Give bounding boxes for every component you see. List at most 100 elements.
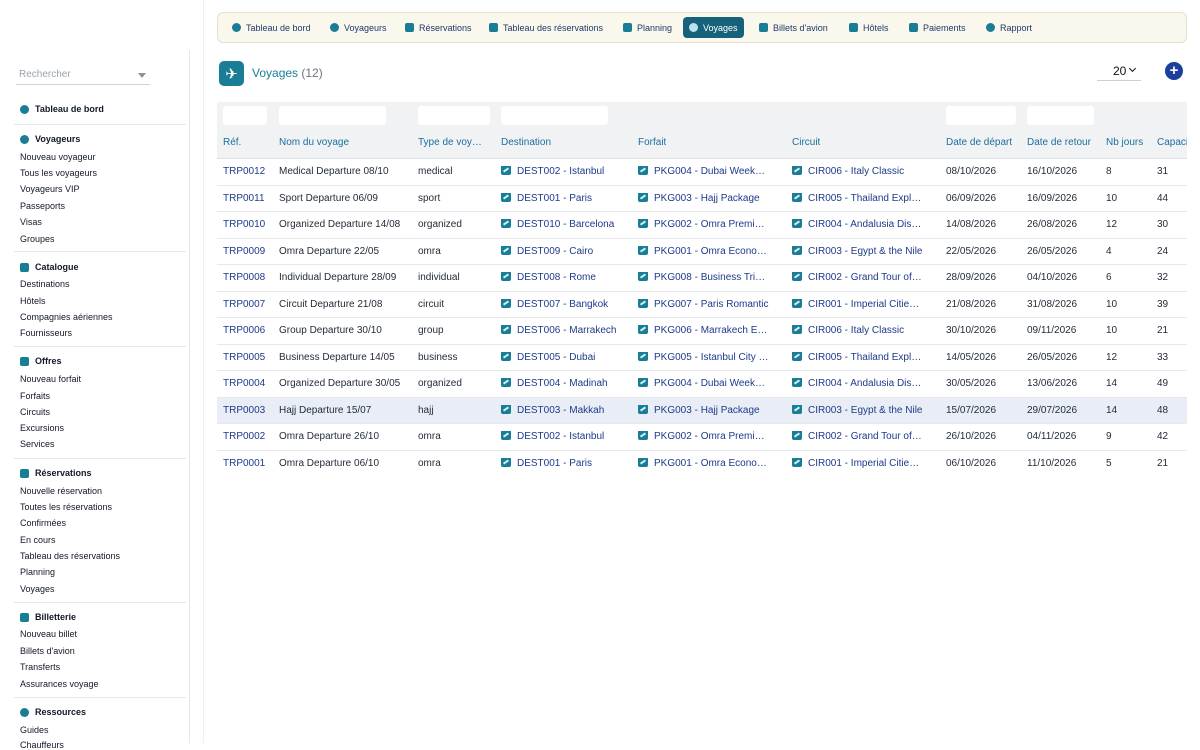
cell-circuit[interactable]: CIR005 - Thailand Expl… — [792, 351, 942, 363]
sidebar-item-services[interactable]: Services — [20, 439, 55, 449]
column-header-ref[interactable]: Réf. — [223, 137, 241, 148]
sidebar-item-billets-avion[interactable]: Billets d'avion — [20, 646, 75, 656]
cell-forfait[interactable]: PKG001 - Omra Econo… — [638, 457, 788, 469]
sidebar-item-transferts[interactable]: Transferts — [20, 662, 60, 672]
sidebar-item-voyageurs-vip[interactable]: Voyageurs VIP — [20, 184, 80, 194]
column-header-nb-jours[interactable]: Nb jours — [1106, 137, 1143, 148]
table-row[interactable]: TRP0004 Organized Departure 30/05 organi… — [217, 371, 1187, 398]
filter-date-depart[interactable] — [946, 106, 1016, 125]
cell-destination[interactable]: DEST008 - Rome — [501, 272, 634, 283]
sidebar-item-forfaits[interactable]: Forfaits — [20, 391, 50, 401]
cell-destination[interactable]: DEST003 - Makkah — [501, 404, 634, 416]
cell-forfait[interactable]: PKG007 - Paris Romantic — [638, 298, 788, 310]
sidebar-item-passeports[interactable]: Passeports — [20, 201, 65, 211]
filter-destination[interactable] — [501, 106, 608, 125]
search-select[interactable]: Rechercher — [16, 66, 150, 85]
sidebar-section-ressources[interactable]: Ressources — [20, 707, 86, 717]
cell-ref[interactable]: TRP0005 — [223, 352, 265, 363]
table-row[interactable]: TRP0002 Omra Departure 26/10 omra DEST00… — [217, 424, 1187, 451]
nav-planning[interactable]: Planning — [617, 17, 678, 38]
column-header-date-retour[interactable]: Date de retour — [1027, 137, 1091, 148]
sidebar-item-excursions[interactable]: Excursions — [20, 423, 64, 433]
column-header-circuit[interactable]: Circuit — [792, 137, 820, 148]
sidebar-item-dashboard[interactable]: Tableau de bord — [20, 104, 104, 114]
cell-ref[interactable]: TRP0003 — [223, 405, 265, 416]
sidebar-item-confirmees[interactable]: Confirmées — [20, 518, 66, 528]
nav-voyageurs[interactable]: Voyageurs — [324, 17, 393, 38]
cell-ref[interactable]: TRP0012 — [223, 166, 265, 177]
nav-tableau-de-bord[interactable]: Tableau de bord — [226, 17, 317, 38]
cell-destination[interactable]: DEST002 - Istanbul — [501, 431, 634, 442]
sidebar-item-voyages[interactable]: Voyages — [20, 584, 55, 594]
cell-forfait[interactable]: PKG005 - Istanbul City … — [638, 351, 788, 363]
cell-ref[interactable]: TRP0002 — [223, 431, 265, 442]
cell-destination[interactable]: DEST007 - Bangkok — [501, 298, 634, 310]
cell-ref[interactable]: TRP0001 — [223, 458, 265, 469]
sidebar-section-billetterie[interactable]: Billetterie — [20, 612, 76, 622]
sidebar-section-offres[interactable]: Offres — [20, 356, 62, 366]
cell-circuit[interactable]: CIR003 - Egypt & the Nile — [792, 245, 942, 257]
cell-ref[interactable]: TRP0006 — [223, 325, 265, 336]
chevron-down-icon[interactable] — [138, 73, 146, 78]
cell-forfait[interactable]: PKG008 - Business Tri… — [638, 272, 788, 283]
table-row[interactable]: TRP0011 Sport Departure 06/09 sport DEST… — [217, 185, 1187, 212]
table-row[interactable]: TRP0009 Omra Departure 22/05 omra DEST00… — [217, 238, 1187, 265]
cell-circuit[interactable]: CIR006 - Italy Classic — [792, 166, 942, 177]
nav-paiements[interactable]: Paiements — [903, 17, 972, 38]
cell-circuit[interactable]: CIR001 - Imperial Citie… — [792, 457, 942, 469]
sidebar-item-planning[interactable]: Planning — [20, 567, 55, 577]
table-row[interactable]: TRP0001 Omra Departure 06/10 omra DEST00… — [217, 450, 1187, 476]
sidebar-item-toutes-les-reservations[interactable]: Toutes les réservations — [20, 502, 112, 512]
cell-destination[interactable]: DEST004 - Madinah — [501, 378, 634, 389]
cell-forfait[interactable]: PKG003 - Hajj Package — [638, 404, 788, 416]
column-header-forfait[interactable]: Forfait — [638, 137, 666, 148]
cell-ref[interactable]: TRP0008 — [223, 272, 265, 283]
cell-circuit[interactable]: CIR005 - Thailand Expl… — [792, 192, 942, 204]
filter-nom[interactable] — [279, 106, 386, 125]
cell-forfait[interactable]: PKG004 - Dubai Week… — [638, 378, 788, 389]
cell-forfait[interactable]: PKG006 - Marrakech E… — [638, 325, 788, 336]
cell-destination[interactable]: DEST010 - Barcelona — [501, 219, 634, 230]
cell-ref[interactable]: TRP0004 — [223, 378, 265, 389]
cell-destination[interactable]: DEST009 - Cairo — [501, 245, 634, 257]
table-row[interactable]: TRP0003 Hajj Departure 15/07 hajj DEST00… — [217, 397, 1187, 424]
column-header-type[interactable]: Type de voy… — [418, 137, 490, 148]
sidebar-section-catalogue[interactable]: Catalogue — [20, 262, 79, 272]
cell-forfait[interactable]: PKG004 - Dubai Week… — [638, 166, 788, 177]
cell-destination[interactable]: DEST001 - Paris — [501, 457, 634, 469]
cell-destination[interactable]: DEST001 - Paris — [501, 192, 634, 204]
cell-ref[interactable]: TRP0011 — [223, 193, 265, 204]
sidebar-item-circuits[interactable]: Circuits — [20, 407, 50, 417]
cell-ref[interactable]: TRP0007 — [223, 299, 265, 310]
sidebar-item-nouveau-voyageur[interactable]: Nouveau voyageur — [20, 152, 96, 162]
table-row[interactable]: TRP0005 Business Departure 14/05 busines… — [217, 344, 1187, 371]
nav-reservations[interactable]: Réservations — [399, 17, 478, 38]
cell-ref[interactable]: TRP0009 — [223, 246, 265, 257]
sidebar-item-compagnies-aeriennes[interactable]: Compagnies aériennes — [20, 312, 113, 322]
sidebar-item-tous-les-voyageurs[interactable]: Tous les voyageurs — [20, 168, 97, 178]
sidebar-item-groupes[interactable]: Groupes — [20, 234, 55, 244]
cell-ref[interactable]: TRP0010 — [223, 219, 265, 230]
table-row[interactable]: TRP0008 Individual Departure 28/09 indiv… — [217, 265, 1187, 292]
cell-circuit[interactable]: CIR001 - Imperial Citie… — [792, 298, 942, 310]
table-row[interactable]: TRP0012 Medical Departure 08/10 medical … — [217, 159, 1187, 186]
cell-forfait[interactable]: PKG003 - Hajj Package — [638, 192, 788, 204]
filter-type[interactable] — [418, 106, 490, 125]
nav-rapport[interactable]: Rapport — [980, 17, 1038, 38]
sidebar-section-voyageurs[interactable]: Voyageurs — [20, 134, 80, 144]
column-header-nom[interactable]: Nom du voyage — [279, 137, 349, 148]
column-header-date-depart[interactable]: Date de départ — [946, 137, 1012, 148]
add-button[interactable]: + — [1165, 62, 1183, 80]
sidebar-section-reservations[interactable]: Réservations — [20, 468, 92, 478]
column-header-destination[interactable]: Destination — [501, 137, 551, 148]
cell-destination[interactable]: DEST002 - Istanbul — [501, 166, 634, 177]
cell-circuit[interactable]: CIR004 - Andalusia Dis… — [792, 219, 942, 230]
sidebar-item-tableau-des-reservations[interactable]: Tableau des réservations — [20, 551, 120, 561]
table-row[interactable]: TRP0006 Group Departure 30/10 group DEST… — [217, 318, 1187, 345]
sidebar-item-visas[interactable]: Visas — [20, 217, 42, 227]
nav-billets-avion[interactable]: Billets d'avion — [753, 17, 834, 38]
table-row[interactable]: TRP0010 Organized Departure 14/08 organi… — [217, 212, 1187, 239]
filter-date-retour[interactable] — [1027, 106, 1094, 125]
sidebar-item-assurances-voyage[interactable]: Assurances voyage — [20, 679, 99, 689]
cell-circuit[interactable]: CIR004 - Andalusia Dis… — [792, 378, 942, 389]
